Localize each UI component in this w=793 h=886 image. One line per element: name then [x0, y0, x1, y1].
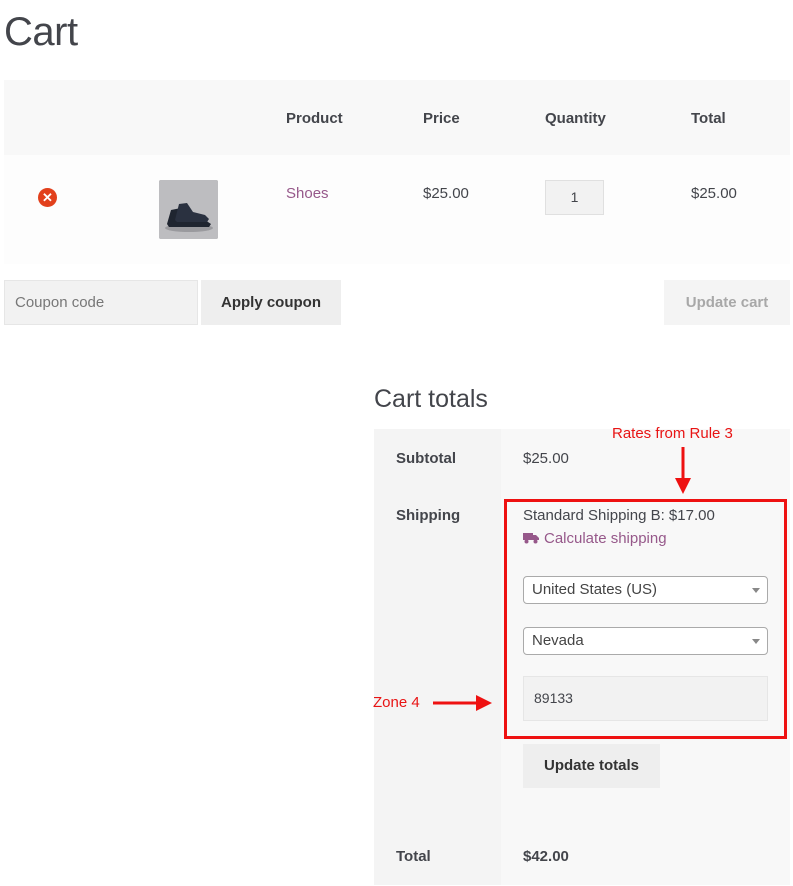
annotation-arrow-down [675, 447, 691, 494]
annotation-arrows [433, 447, 691, 711]
annotation-arrow-right [433, 695, 492, 711]
